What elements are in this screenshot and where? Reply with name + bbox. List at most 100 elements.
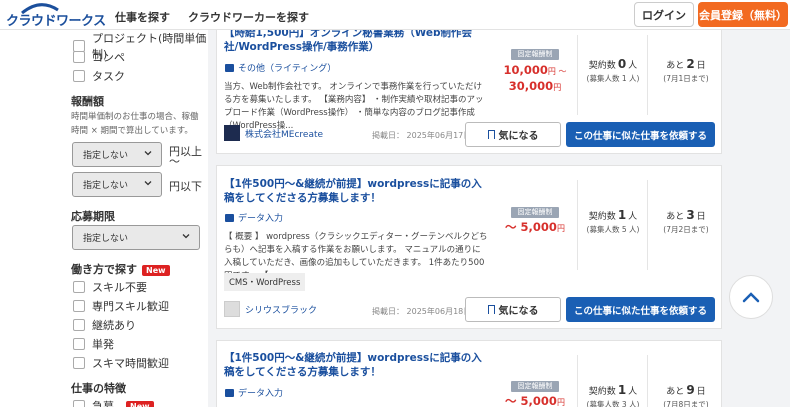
select-value: 指定しない: [83, 181, 129, 191]
remaining-days: 9: [686, 383, 695, 397]
remaining-days: 2: [686, 57, 695, 71]
divider: [647, 180, 648, 270]
filter-spare-time[interactable]: スキマ時間歓迎: [73, 355, 169, 371]
bookmark-icon: [487, 305, 495, 314]
checkbox[interactable]: [73, 51, 85, 63]
remaining: あと 2 日: [654, 57, 718, 71]
price-max: 〜 5,000: [505, 394, 557, 407]
job-category[interactable]: データ入力: [225, 386, 283, 399]
register-button[interactable]: 会員登録（無料）: [698, 2, 788, 27]
deadline-heading: 応募期限: [71, 210, 115, 223]
workstyle-heading: 働き方で探す New: [71, 261, 170, 277]
chevron-up-icon: [742, 292, 760, 303]
filter-no-skill[interactable]: スキル不要: [73, 279, 147, 295]
request-similar-button[interactable]: この仕事に似た仕事を依頼する: [566, 297, 715, 322]
checkbox[interactable]: [73, 70, 85, 82]
remaining-label: あと: [666, 387, 685, 397]
filter-one-off[interactable]: 単発: [73, 336, 114, 352]
contracts-unit: 人: [628, 212, 638, 222]
fixed-reward-badge: 固定報酬制: [511, 49, 559, 60]
client[interactable]: 株式会社MEcreate: [224, 125, 323, 141]
applicants: (募集人数 1 人): [586, 74, 640, 83]
remaining: あと 9 日: [654, 383, 718, 397]
folder-icon: [225, 388, 234, 397]
checkbox[interactable]: [73, 338, 85, 350]
login-button[interactable]: ログイン: [634, 2, 694, 27]
remaining-unit: 日: [696, 387, 706, 397]
contracts-label: 契約数: [588, 61, 616, 71]
posted-date: 掲載日： 2025年06月17日: [372, 131, 472, 140]
select-value: 指定しない: [83, 234, 129, 244]
filter-sidebar: プロジェクト(時間単価制) コンペ タスク 報酬額 時間単価制のお仕事の場合、稼…: [0, 30, 208, 407]
job-card: 【時給1,500円】オンライン秘書業務（Web制作会社/WordPress操作/…: [216, 20, 722, 154]
reward-note: 時間単価制のお仕事の場合、稼働時間 × 期間で算出しています。: [71, 112, 199, 136]
client[interactable]: シリウスブラック: [224, 301, 317, 317]
contracts-count: 0: [617, 57, 627, 71]
job-category-label: データ入力: [238, 214, 284, 224]
deadline-select[interactable]: 指定しない: [72, 225, 200, 250]
reward-min-select[interactable]: 指定しない: [72, 142, 162, 167]
fixed-reward-badge: 固定報酬制: [511, 207, 559, 218]
price-max: 30,000: [508, 79, 554, 93]
checkbox-label: スキマ時間歓迎: [92, 357, 169, 370]
price-suffix: 円: [556, 224, 565, 233]
folder-icon: [225, 63, 234, 72]
folder-icon: [225, 213, 234, 222]
unit-tilde: 〜: [169, 155, 180, 168]
skill-tag[interactable]: CMS・WordPress: [224, 273, 306, 291]
features-heading: 仕事の特徴: [71, 382, 126, 395]
divider: [647, 355, 648, 407]
favorite-button[interactable]: 気になる: [465, 297, 561, 322]
contracts-label: 契約数: [588, 387, 616, 397]
contracts-unit: 人: [628, 387, 638, 397]
filter-task[interactable]: タスク: [73, 68, 125, 84]
reward-max-select[interactable]: 指定しない: [72, 172, 162, 197]
contracts-unit: 人: [628, 61, 638, 71]
client-avatar: [224, 301, 240, 317]
filter-continuous[interactable]: 継続あり: [73, 317, 136, 333]
new-badge: New: [126, 400, 154, 407]
checkbox-label: タスク: [92, 70, 125, 83]
crowdworks-logo[interactable]: クラウドワークス: [6, 3, 106, 29]
filter-expert-skill[interactable]: 専門スキル歓迎: [73, 298, 169, 314]
applicants: (募集人数 3 人): [586, 400, 640, 407]
job-title[interactable]: 【時給1,500円】オンライン秘書業務（Web制作会社/WordPress操作/…: [224, 26, 486, 54]
checkbox[interactable]: [73, 300, 85, 312]
filter-urgent[interactable]: 急募 New: [73, 398, 154, 407]
scroll-to-top-button[interactable]: [729, 275, 773, 319]
job-card: 【1件500円〜&継続が前提】wordpressに記事の入稿をしてくださる方募集…: [216, 165, 722, 329]
checkbox-label: 専門スキル歓迎: [92, 300, 169, 313]
contracts-label: 契約数: [588, 212, 616, 222]
favorite-label: 気になる: [498, 131, 539, 142]
checkbox[interactable]: [73, 319, 85, 331]
request-similar-button[interactable]: この仕事に似た仕事を依頼する: [566, 122, 715, 147]
checkbox[interactable]: [73, 400, 85, 407]
job-category-label: その他（ライティング）: [238, 64, 337, 74]
price-suffix: 円: [556, 398, 565, 407]
chevron-down-icon: [144, 181, 152, 186]
nav-find-workers[interactable]: クラウドワーカーを探す: [188, 9, 309, 25]
select-value: 指定しない: [83, 151, 129, 161]
workstyle-heading-text: 働き方で探す: [71, 263, 137, 276]
logo-arc-icon: [21, 3, 59, 14]
favorite-button[interactable]: 気になる: [465, 122, 561, 147]
job-category[interactable]: その他（ライティング）: [225, 61, 336, 74]
remaining-label: あと: [666, 61, 685, 71]
reward-heading: 報酬額: [71, 95, 104, 108]
job-title[interactable]: 【1件500円〜&継続が前提】wordpressに記事の入稿をしてくださる方募集…: [224, 177, 486, 205]
nav-find-jobs[interactable]: 仕事を探す: [115, 9, 170, 25]
filter-competition[interactable]: コンペ: [73, 49, 125, 65]
price: 10,000円 〜 30,000円: [489, 63, 581, 95]
job-title[interactable]: 【1件500円〜&継続が前提】wordpressに記事の入稿をしてくださる方募集…: [224, 351, 486, 379]
client-logo: [224, 125, 240, 141]
checkbox-label: コンペ: [92, 51, 125, 64]
remaining-unit: 日: [696, 61, 706, 71]
job-category[interactable]: データ入力: [225, 211, 283, 224]
checkbox[interactable]: [73, 357, 85, 369]
bookmark-icon: [487, 130, 495, 139]
remaining-days: 3: [686, 208, 695, 222]
chevron-down-icon: [144, 151, 152, 156]
checkbox[interactable]: [73, 281, 85, 293]
checkbox-label: 継続あり: [92, 319, 136, 332]
client-name: シリウスブラック: [245, 305, 318, 316]
